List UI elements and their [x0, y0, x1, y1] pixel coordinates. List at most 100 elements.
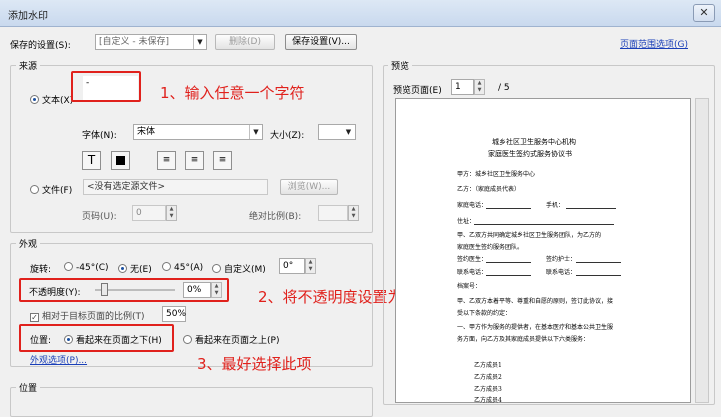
- file-radio-label: 文件(F): [42, 186, 73, 196]
- opacity-slider-thumb[interactable]: [101, 283, 108, 296]
- absolute-scale-spinner: ▲ ▼: [348, 205, 359, 221]
- location-group-label: 位置: [16, 381, 41, 394]
- doc-underline: [566, 208, 616, 209]
- font-select[interactable]: 宋体 ▼: [133, 124, 263, 140]
- title-bar: [0, 0, 721, 27]
- source-group-label: 来源: [16, 59, 41, 72]
- doc-line: 甲、乙双方共同确定城乡社区卫生服务团队，为乙方的: [457, 232, 602, 239]
- rotate-minus45-label: -45°(C): [76, 263, 109, 273]
- text-radio[interactable]: 文本(X): [30, 93, 73, 106]
- font-label: 字体(N):: [82, 131, 117, 141]
- radio-icon: [30, 185, 39, 194]
- preview-page-spinner[interactable]: ▲ ▼: [474, 79, 485, 95]
- doc-line: 联系电话：: [457, 269, 488, 276]
- relative-scale-field[interactable]: 50%: [162, 306, 186, 322]
- opacity-spinner[interactable]: ▲ ▼: [211, 282, 222, 298]
- rotation-field[interactable]: 0°: [279, 258, 305, 274]
- doc-line: 受以下条款的约定：: [457, 310, 512, 317]
- annotation-step1: 1、输入任意一个字符: [160, 84, 305, 102]
- doc-line: 签约医生：: [457, 256, 488, 263]
- doc-underline: [576, 262, 621, 263]
- saved-settings-select[interactable]: [自定义 - 未保存] ▼: [95, 34, 207, 50]
- doc-line: 家庭医生签约服务团队。: [457, 244, 524, 251]
- doc-underline: [486, 208, 531, 209]
- doc-line: 甲、乙双方本着平等、尊重和自愿的原则，签订此协议，接: [457, 298, 614, 305]
- doc-line: 手机：: [546, 202, 565, 209]
- position-above-label: 看起来在页面之上(P): [195, 336, 280, 346]
- radio-icon: [162, 262, 171, 271]
- opacity-field[interactable]: 0%: [183, 282, 211, 298]
- doc-line: 乙方成员2: [474, 374, 502, 381]
- position-label: 位置:: [30, 336, 52, 346]
- preview-group-label: 预览: [388, 59, 413, 72]
- chevron-down-icon: ▼: [345, 128, 352, 136]
- radio-icon: [64, 262, 73, 271]
- rotate-45-label: 45°(A): [174, 263, 204, 273]
- font-value: 宋体: [137, 127, 156, 137]
- rotate-custom-radio[interactable]: 自定义(M): [212, 262, 266, 275]
- saved-settings-value: [自定义 - 未保存]: [99, 37, 169, 47]
- preview-page: 城乡社区卫生服务中心机构 家庭医生签约式服务协议书 甲方：城乡社区卫生服务中心 …: [395, 98, 691, 404]
- doc-title-2: 家庭医生签约式服务协议书: [488, 150, 572, 158]
- doc-line: 家庭电话：: [457, 202, 488, 209]
- radio-selected-icon: [118, 264, 127, 273]
- position-below-label: 看起来在页面之下(H): [76, 336, 162, 346]
- doc-line: 一、甲方作为服务的提供者，在基本医疗和基本公共卫生服: [457, 324, 614, 331]
- relative-scale-checkbox[interactable]: ✓ 相对于目标页面的比例(T): [30, 309, 145, 322]
- rotate-none-label: 无(E): [130, 265, 152, 275]
- doc-line: 住址：: [457, 218, 476, 225]
- text-radio-label: 文本(X): [42, 96, 74, 106]
- chevron-down-icon: ▼: [193, 35, 206, 49]
- save-settings-button[interactable]: 保存设置(V)...: [285, 34, 357, 50]
- doc-underline: [486, 262, 531, 263]
- rotate-minus45-radio[interactable]: -45°(C): [64, 262, 109, 273]
- file-radio[interactable]: 文件(F): [30, 183, 72, 196]
- radio-selected-icon: [64, 335, 73, 344]
- appearance-options-link[interactable]: 外观选项(P)...: [30, 353, 87, 366]
- size-select[interactable]: ▼: [318, 124, 356, 140]
- align-left-icon[interactable]: ≡: [157, 151, 176, 170]
- rotate-none-radio[interactable]: 无(E): [118, 262, 152, 275]
- preview-scrollbar[interactable]: [695, 98, 709, 403]
- doc-line: 乙方：（家庭成员代表）: [457, 186, 521, 193]
- radio-icon: [183, 335, 192, 344]
- opacity-label: 不透明度(Y):: [29, 288, 81, 298]
- text-style-icon[interactable]: T: [82, 151, 101, 170]
- size-label: 大小(Z):: [270, 131, 305, 141]
- page-number-label: 页码(U):: [82, 212, 117, 222]
- align-right-icon[interactable]: ≡: [213, 151, 232, 170]
- doc-underline: [576, 275, 621, 276]
- position-above-radio[interactable]: 看起来在页面之上(P): [183, 333, 279, 346]
- delete-button[interactable]: 删除(D): [215, 34, 275, 50]
- align-center-icon[interactable]: ≡: [185, 151, 204, 170]
- preview-page-total: / 5: [498, 83, 510, 93]
- doc-title-1: 城乡社区卫生服务中心机构: [492, 138, 576, 146]
- doc-line: 档案号：: [457, 283, 482, 290]
- position-below-radio[interactable]: 看起来在页面之下(H): [64, 333, 162, 346]
- page-range-link[interactable]: 页面范围选项(G): [620, 37, 688, 50]
- rotate-custom-label: 自定义(M): [224, 265, 266, 275]
- page-number-field: 0: [132, 205, 166, 221]
- appearance-group-label: 外观: [16, 237, 41, 250]
- doc-line: 甲方：城乡社区卫生服务中心: [457, 171, 536, 178]
- doc-line: 联系电话：: [546, 269, 577, 276]
- preview-page-label: 预览页面(E): [393, 86, 442, 96]
- preview-page-field[interactable]: 1: [451, 79, 474, 95]
- checkbox-checked-icon: ✓: [30, 313, 39, 322]
- radio-selected-icon: [30, 95, 39, 104]
- close-button[interactable]: ✕: [693, 4, 715, 22]
- color-swatch-icon[interactable]: [111, 151, 130, 170]
- rotate-45-radio[interactable]: 45°(A): [162, 262, 203, 273]
- absolute-scale-field: [318, 205, 348, 221]
- radio-icon: [212, 264, 221, 273]
- browse-button[interactable]: 浏览(W)...: [280, 179, 338, 195]
- file-path-field: <没有选定源文件>: [83, 179, 268, 195]
- highlight-box-text: [71, 71, 141, 102]
- location-group: [10, 387, 373, 417]
- rotation-spinner[interactable]: ▲ ▼: [305, 258, 316, 274]
- page-number-spinner: ▲ ▼: [166, 205, 177, 221]
- doc-underline: [486, 275, 531, 276]
- absolute-scale-label: 绝对比例(B):: [249, 212, 302, 222]
- rotation-label: 旋转:: [30, 265, 52, 275]
- doc-line: 签约护士：: [546, 256, 577, 263]
